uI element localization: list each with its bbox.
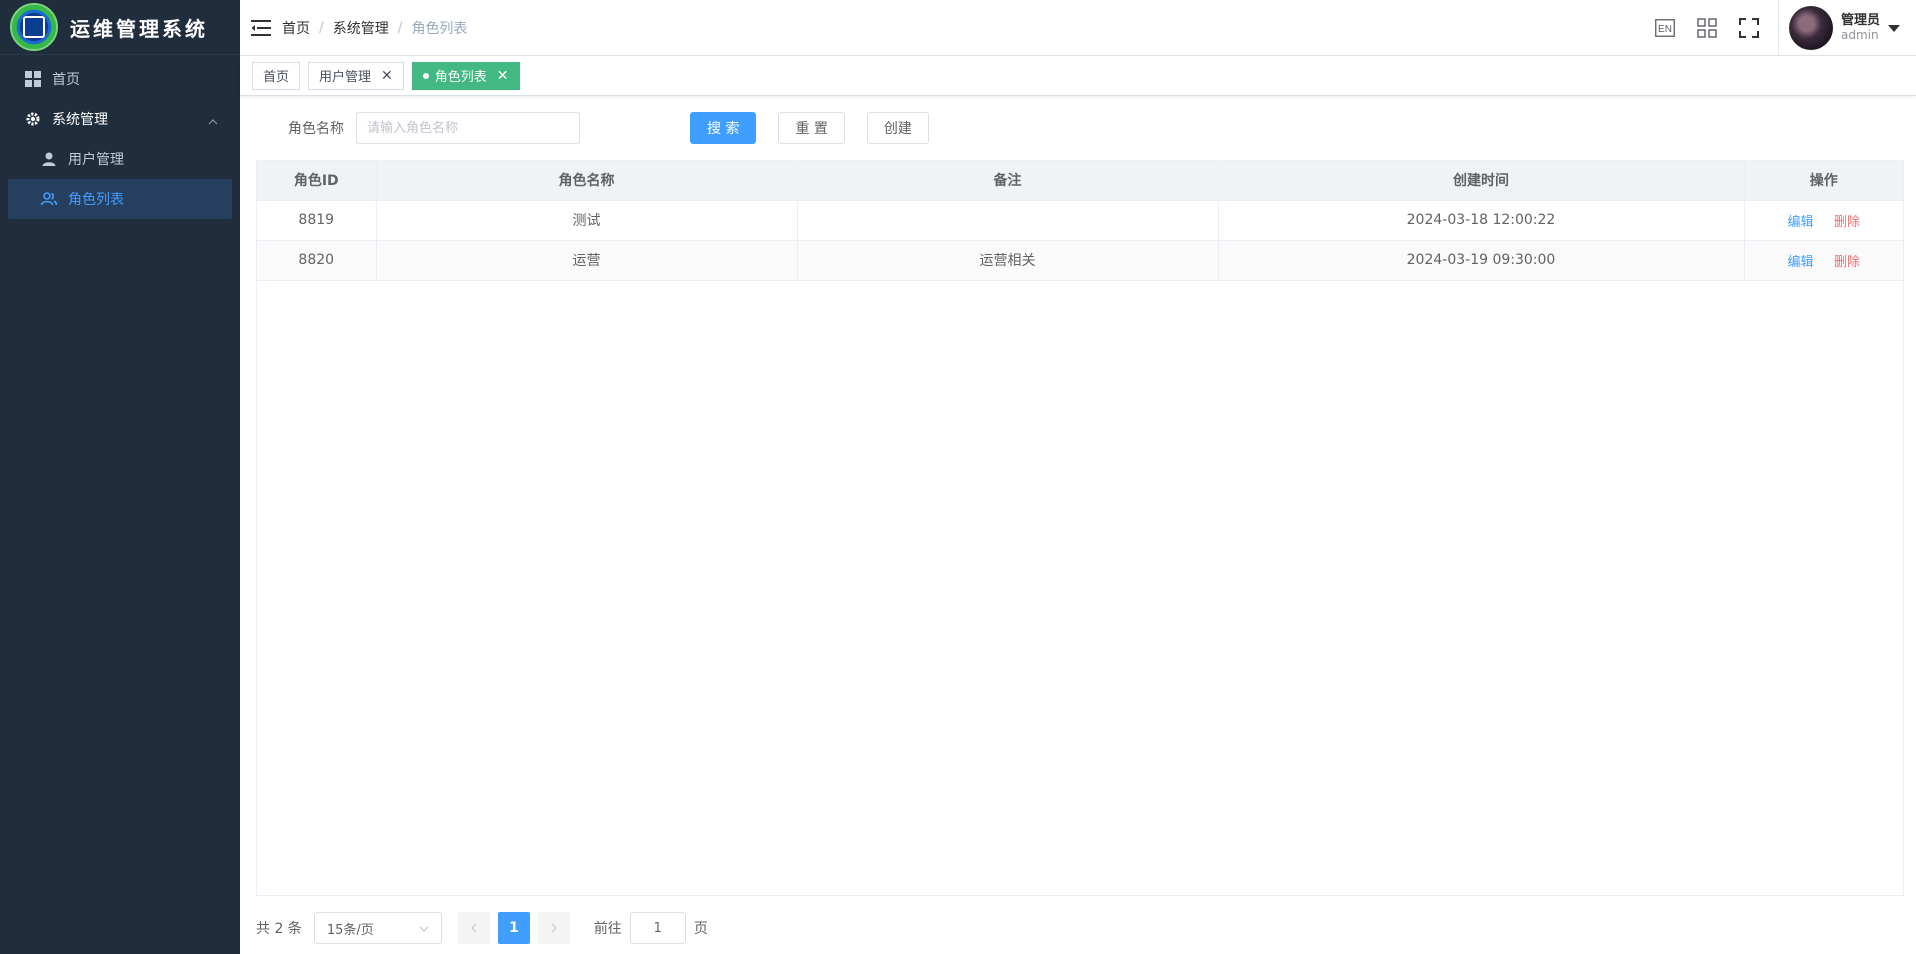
sidebar: 运维管理系统 首页 系统管理 用户管理 角色列表 (0, 0, 240, 954)
user-account: admin (1840, 28, 1879, 42)
cell-role-name: 测试 (376, 200, 798, 241)
avatar (1788, 6, 1833, 50)
column-header: 操作 (1744, 161, 1903, 201)
page-size-value: 15条/页 (326, 922, 374, 938)
breadcrumb-separator: / (319, 19, 324, 36)
header-right: EN 管理员 admin (1644, 0, 1916, 56)
page-number-current[interactable]: 1 (497, 912, 530, 944)
next-page-button[interactable] (537, 912, 570, 944)
fullscreen-icon[interactable] (1738, 17, 1760, 39)
tag-roles[interactable]: 角色列表 ✕ (411, 61, 520, 90)
page-size-select[interactable]: 15条/页 (313, 912, 442, 944)
caret-down-icon (1888, 20, 1900, 36)
cell-actions: 编辑 删除 (1744, 240, 1903, 281)
delete-button[interactable]: 删除 (1834, 255, 1860, 270)
edit-button[interactable]: 编辑 (1788, 215, 1814, 230)
create-button[interactable]: 创建 (866, 112, 929, 144)
tag-label: 角色列表 (434, 70, 487, 85)
close-icon[interactable]: ✕ (497, 68, 509, 84)
sidebar-item-label: 首页 (52, 72, 80, 88)
user-icon (40, 150, 58, 168)
edit-button[interactable]: 编辑 (1788, 255, 1814, 270)
role-name-input[interactable] (356, 112, 580, 144)
users-icon (40, 190, 58, 208)
close-icon[interactable]: ✕ (381, 68, 393, 84)
role-name-label: 角色名称 (288, 121, 344, 137)
tag-users[interactable]: 用户管理 ✕ (308, 61, 404, 90)
tag-label: 用户管理 (319, 70, 372, 85)
column-header: 备注 (797, 161, 1219, 201)
user-menu[interactable]: 管理员 admin (1777, 0, 1916, 56)
column-header: 角色ID (257, 161, 377, 201)
table-header-row: 角色ID 角色名称 备注 创建时间 操作 (257, 161, 1903, 201)
tags-view: 首页 用户管理 ✕ 角色列表 ✕ (240, 56, 1916, 96)
collapse-menu-icon[interactable] (250, 17, 272, 39)
cell-created-at: 2024-03-19 09:30:00 (1218, 240, 1745, 281)
sidebar-menu: 首页 系统管理 用户管理 角色列表 (0, 59, 240, 219)
cell-role-id: 8820 (257, 240, 377, 281)
search-form: 角色名称 搜 索 重 置 创建 (288, 112, 929, 144)
delete-button[interactable]: 删除 (1834, 215, 1860, 230)
gear-icon (24, 110, 42, 128)
table-row: 8820 运营 运营相关 2024-03-19 09:30:00 编辑 删除 (257, 240, 1903, 281)
prev-page-button[interactable] (457, 912, 490, 944)
breadcrumb-system[interactable]: 系统管理 (333, 18, 389, 38)
app-title: 运维管理系统 (70, 16, 208, 41)
language-label: EN (1658, 24, 1672, 35)
page-suffix-label: 页 (693, 921, 708, 937)
active-dot-icon (422, 72, 429, 79)
cell-actions: 编辑 删除 (1744, 200, 1903, 241)
pagination: 共 2 条 15条/页 1 前往 页 (256, 912, 708, 944)
table-row: 8819 测试 2024-03-18 12:00:22 编辑 删除 (257, 200, 1903, 241)
dashboard-grid-icon (24, 70, 42, 88)
cell-remark (797, 200, 1219, 241)
goto-label: 前往 (593, 921, 622, 937)
logo-icon (10, 3, 58, 51)
brand[interactable]: 运维管理系统 (0, 0, 240, 55)
sidebar-item-system[interactable]: 系统管理 (0, 99, 240, 139)
tag-home[interactable]: 首页 (252, 61, 301, 90)
top-header: 首页 / 系统管理 / 角色列表 EN 管理员 admin (240, 0, 1916, 56)
pagination-total: 共 2 条 (256, 921, 302, 937)
sidebar-item-label: 用户管理 (68, 152, 124, 168)
sidebar-item-home[interactable]: 首页 (0, 59, 240, 99)
sidebar-item-label: 系统管理 (52, 112, 108, 128)
chevron-down-icon (419, 921, 429, 936)
breadcrumb: 首页 / 系统管理 / 角色列表 (282, 18, 467, 38)
cell-created-at: 2024-03-18 12:00:22 (1218, 200, 1745, 241)
sidebar-item-users[interactable]: 用户管理 (0, 139, 240, 179)
role-table: 角色ID 角色名称 备注 创建时间 操作 8819 测试 2024-03-18 … (256, 160, 1904, 896)
page-jumper: 前往 页 (594, 912, 708, 944)
goto-page-input[interactable] (629, 912, 686, 944)
sidebar-item-roles[interactable]: 角色列表 (8, 179, 232, 219)
search-button[interactable]: 搜 索 (690, 112, 757, 144)
tag-label: 首页 (263, 70, 290, 85)
breadcrumb-current: 角色列表 (411, 20, 468, 37)
layout-grid-icon[interactable] (1696, 17, 1718, 39)
cell-role-id: 8819 (257, 200, 377, 241)
sidebar-item-label: 角色列表 (68, 192, 124, 208)
cell-remark: 运营相关 (797, 240, 1219, 281)
reset-button[interactable]: 重 置 (778, 112, 845, 144)
language-toggle[interactable]: EN (1654, 17, 1676, 39)
chevron-up-icon (208, 113, 218, 129)
column-header: 创建时间 (1218, 161, 1745, 201)
breadcrumb-separator: / (397, 19, 403, 36)
cell-role-name: 运营 (376, 240, 798, 281)
user-name: 管理员 (1840, 13, 1880, 28)
column-header: 角色名称 (376, 161, 798, 201)
breadcrumb-home[interactable]: 首页 (282, 18, 310, 38)
